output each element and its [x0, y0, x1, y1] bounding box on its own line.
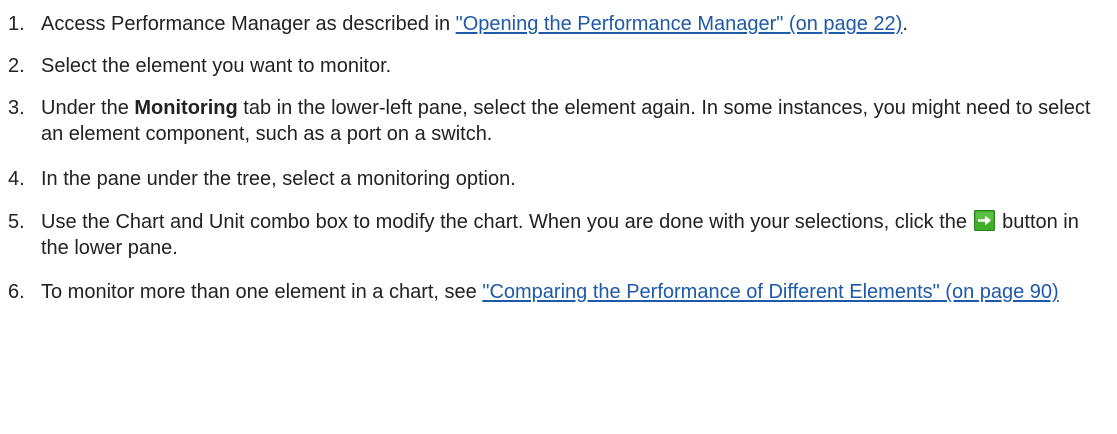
comparing-performance-link[interactable]: "Comparing the Performance of Different …	[482, 281, 1058, 303]
step-text: In the pane under the tree, select a mon…	[41, 168, 516, 190]
step-text: Access Performance Manager as described …	[41, 11, 1108, 37]
step-text-segment: .	[902, 13, 908, 35]
step-4: 4. In the pane under the tree, select a …	[8, 166, 1108, 192]
step-number: 4.	[8, 168, 25, 190]
step-text: Select the element you want to monitor.	[41, 55, 392, 77]
step-5: 5. Use the Chart and Unit combo box to m…	[8, 209, 1108, 261]
green-arrow-go-icon	[973, 210, 995, 231]
step-text-segment: Under the	[41, 97, 135, 119]
step-number: 2.	[8, 55, 25, 77]
instruction-steps: 1. Access Performance Manager as describ…	[8, 11, 1108, 305]
step-number: 3.	[8, 97, 25, 119]
step-text: Under the Monitoring tab in the lower-le…	[41, 95, 1108, 147]
step-text-segment: To monitor more than one element in a ch…	[41, 281, 483, 303]
step-number: 1.	[8, 13, 25, 35]
step-number: 6.	[8, 281, 25, 303]
step-number: 5.	[8, 211, 25, 233]
step-3: 3. Under the Monitoring tab in the lower…	[8, 95, 1108, 147]
step-6: 6. To monitor more than one element in a…	[8, 279, 1108, 305]
opening-performance-manager-link[interactable]: "Opening the Performance Manager" (on pa…	[456, 13, 903, 35]
step-text-segment: Access Performance Manager as described …	[41, 13, 456, 35]
step-text-segment: Use the Chart and Unit combo box to modi…	[41, 211, 973, 233]
step-text: To monitor more than one element in a ch…	[41, 279, 1108, 305]
step-2: 2. Select the element you want to monito…	[8, 53, 1108, 79]
monitoring-tab-term: Monitoring	[134, 97, 238, 119]
step-1: 1. Access Performance Manager as describ…	[8, 11, 1108, 37]
step-text: Use the Chart and Unit combo box to modi…	[41, 209, 1108, 261]
